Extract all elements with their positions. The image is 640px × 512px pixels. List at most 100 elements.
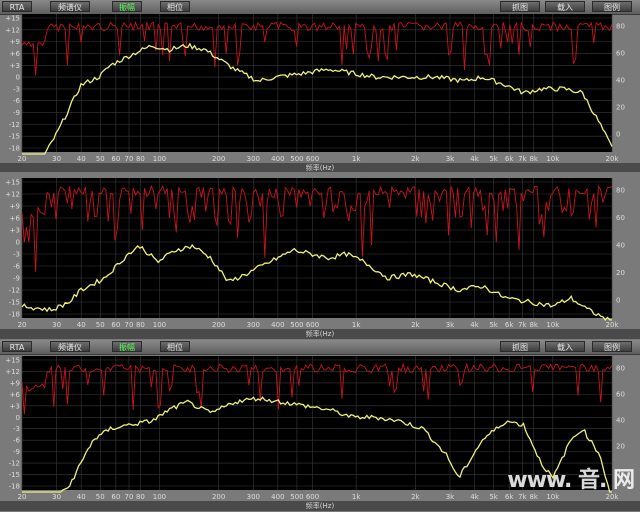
x-tick-label: 80: [136, 321, 145, 329]
x-tick-label: 30: [52, 155, 61, 163]
x-tick-label: 100: [153, 155, 166, 163]
y2-tick-label: 20: [616, 269, 625, 277]
legend-button[interactable]: 图例: [592, 341, 632, 352]
x-tick-label: 3k: [446, 493, 455, 501]
capture-button[interactable]: 抓图: [500, 1, 540, 12]
y-tick-label: -6: [13, 263, 21, 271]
y-tick-label: +6: [10, 50, 21, 58]
x-tick-label: 70: [125, 321, 134, 329]
y2-tick-label: 60: [616, 391, 625, 399]
phase-tab[interactable]: 相位: [160, 341, 190, 352]
y2-tick-label: 40: [616, 417, 625, 425]
x-tick-label: 4k: [470, 155, 479, 163]
y-tick-label: +15: [5, 15, 20, 23]
y-tick-label: -3: [13, 425, 20, 433]
x-tick-label: 70: [125, 155, 134, 163]
y-tick-label: +6: [10, 391, 21, 399]
x-tick-label: 8k: [529, 155, 538, 163]
y-tick-label: 0: [16, 74, 20, 82]
y-tick-label: -12: [9, 460, 20, 468]
x-tick-label: 80: [136, 493, 145, 501]
y-tick-label: -3: [13, 85, 20, 93]
y2-tick-label: 40: [616, 77, 625, 85]
y-tick-label: +9: [10, 38, 20, 46]
y-tick-label: +15: [5, 357, 20, 365]
y-tick-label: -18: [9, 311, 20, 319]
x-tick-label: 20k: [606, 155, 620, 163]
x-axis-title: 频率(Hz): [0, 329, 640, 339]
amplitude-tab[interactable]: 振幅: [112, 1, 142, 12]
spectrum-tab[interactable]: 频谱仪: [50, 1, 90, 12]
x-tick-label: 20k: [606, 321, 620, 329]
x-tick-label: 50: [96, 155, 105, 163]
x-tick-label: 60: [111, 321, 120, 329]
rta-button[interactable]: RTA: [2, 1, 32, 12]
x-tick-label: 20k: [606, 493, 620, 501]
x-tick-label: 7k: [518, 321, 527, 329]
y2-tick-label: 20: [616, 443, 625, 451]
x-tick-label: 3k: [446, 155, 455, 163]
amplitude-tab[interactable]: 振幅: [112, 341, 142, 352]
x-tick-label: 6k: [505, 321, 514, 329]
y-tick-label: -18: [9, 483, 20, 491]
plot-area[interactable]: +15+12+9+6+30-3-6-9-12-15-1880604020020 3…: [0, 178, 640, 330]
x-tick-label: 4k: [470, 493, 479, 501]
x-tick-label: 5k: [489, 321, 498, 329]
y2-tick-label: 20: [616, 104, 625, 112]
x-tick-label: 20: [18, 321, 27, 329]
y-tick-label: -18: [9, 145, 20, 153]
x-tick-label: 300: [247, 321, 260, 329]
y-tick-label: +12: [5, 26, 20, 34]
plot-background: [22, 14, 612, 152]
plot-area[interactable]: +15+12+9+6+30-3-6-9-12-15-1880604020020 3…: [0, 14, 640, 164]
x-tick-label: 100: [153, 493, 166, 501]
x-tick-label: 10k: [546, 321, 560, 329]
y-tick-label: +3: [10, 402, 20, 410]
x-tick-label: 60: [111, 155, 120, 163]
x-tick-label: 8k: [529, 493, 538, 501]
y-tick-label: 0: [16, 414, 20, 422]
y-tick-label: -15: [9, 299, 20, 307]
x-tick-label: 8k: [529, 321, 538, 329]
x-tick-label: 600: [306, 321, 319, 329]
x-tick-label: 400: [271, 321, 284, 329]
x-tick-label: 50: [96, 321, 105, 329]
y2-tick-label: 60: [616, 214, 625, 222]
x-tick-label: 60: [111, 493, 120, 501]
spectrum-tab[interactable]: 频谱仪: [50, 341, 90, 352]
analyzer-panel-top: RTA 频谱仪 振幅 相位 抓图 载入 图例 +15 +12 +9 +6 +3 0 -3 -6 -9 -12 -1…: [0, 0, 640, 173]
rta-button[interactable]: RTA: [2, 341, 32, 352]
phase-tab[interactable]: 相位: [160, 1, 190, 12]
y-tick-label: +9: [10, 203, 20, 211]
y2-tick-label: 40: [616, 242, 625, 250]
x-tick-label: 1k: [352, 321, 361, 329]
y-tick-label: -3: [13, 251, 20, 259]
y-tick-label: +9: [10, 379, 20, 387]
load-button[interactable]: 载入: [545, 341, 585, 352]
x-tick-label: 3k: [446, 321, 455, 329]
analyzer-panel-middle: +15 +12 +9 +6 +3 0 -3 -6 -9 -12 -15 -18 80 60 40 20 0 20 3…: [0, 172, 640, 340]
y-tick-label: -6: [13, 97, 21, 105]
x-tick-label: 40: [77, 321, 86, 329]
x-tick-label: 400: [271, 493, 284, 501]
y-tick-label: -12: [9, 121, 20, 129]
x-tick-label: 5k: [489, 155, 498, 163]
x-tick-label: 100: [153, 321, 166, 329]
x-tick-label: 40: [77, 155, 86, 163]
legend-button[interactable]: 图例: [592, 1, 632, 12]
x-tick-label: 5k: [489, 493, 498, 501]
x-tick-label: 300: [247, 155, 260, 163]
x-tick-label: 300: [247, 493, 260, 501]
x-tick-label: 7k: [518, 493, 527, 501]
x-tick-label: 20: [18, 155, 27, 163]
y-tick-label: -9: [13, 448, 20, 456]
x-tick-label: 600: [306, 493, 319, 501]
capture-button[interactable]: 抓图: [500, 341, 540, 352]
x-axis-title: 频率(Hz): [0, 501, 640, 511]
load-button[interactable]: 载入: [545, 1, 585, 12]
x-tick-label: 70: [125, 493, 134, 501]
y2-tick-label: 0: [616, 297, 620, 305]
x-tick-label: 2k: [411, 155, 420, 163]
x-tick-label: 500: [290, 493, 303, 501]
y-tick-label: +3: [10, 62, 20, 70]
